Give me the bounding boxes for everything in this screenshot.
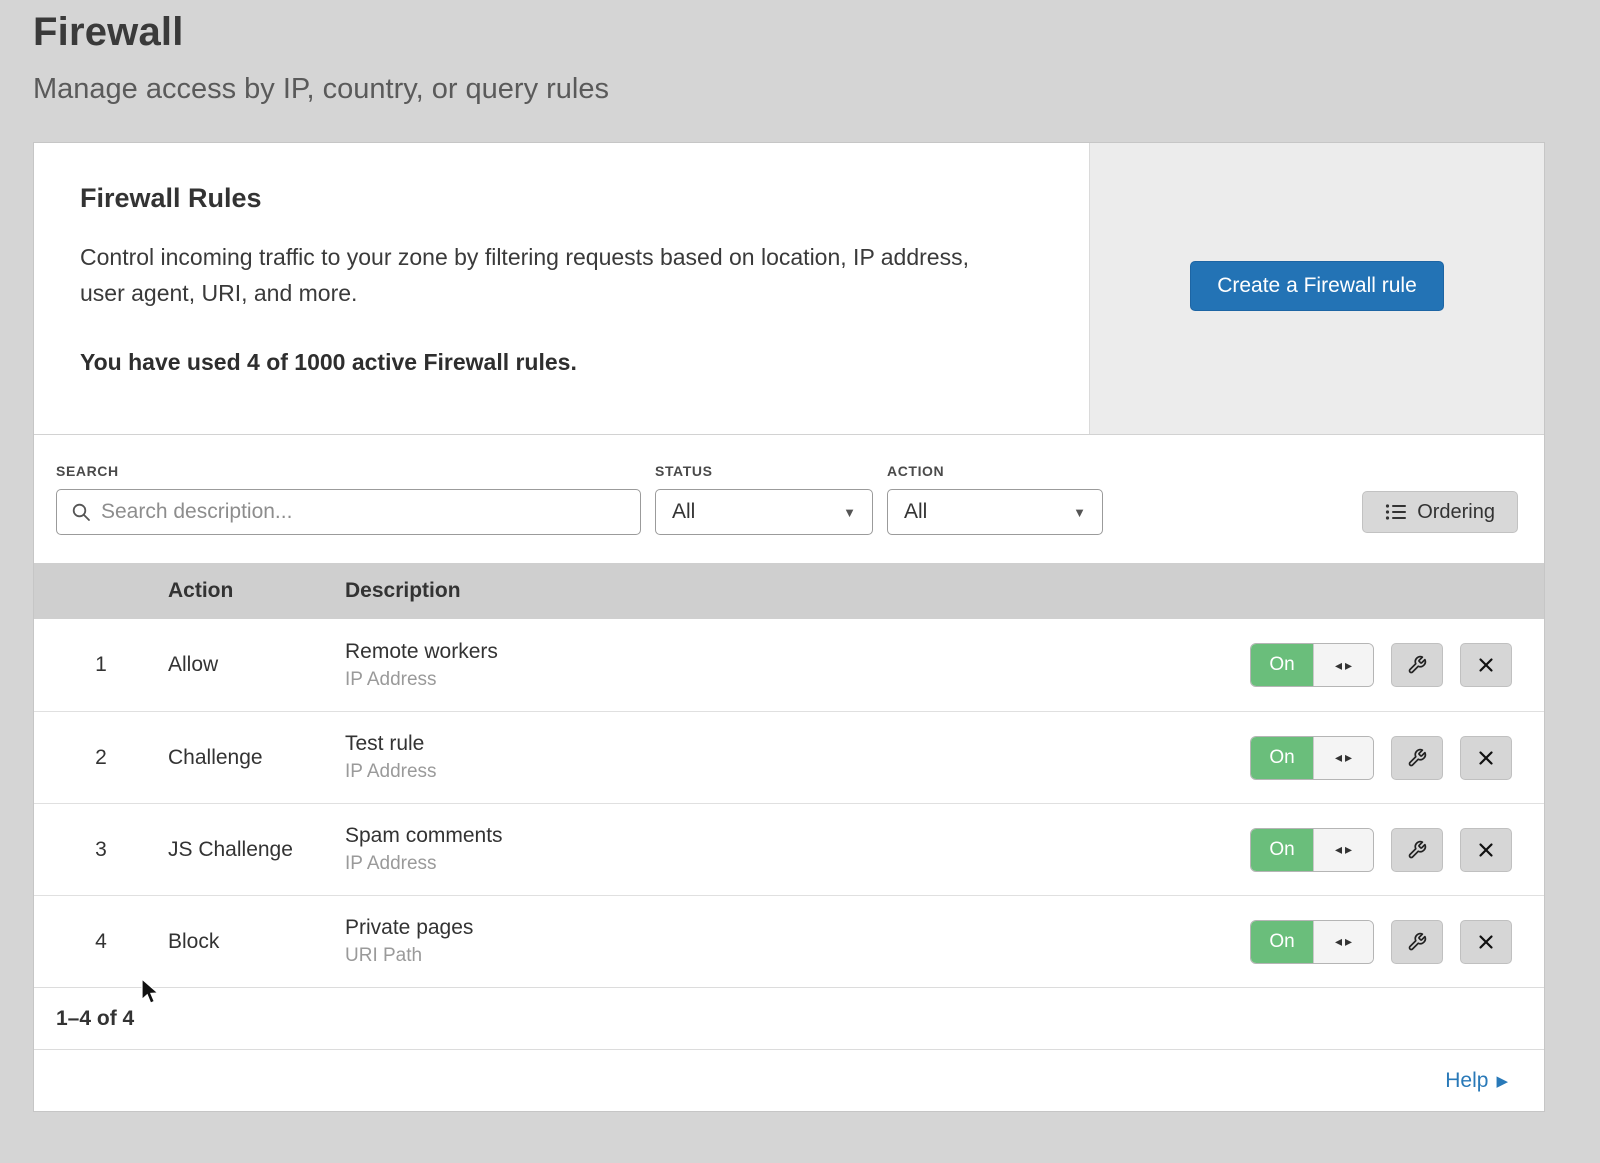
ordering-button[interactable]: Ordering [1362, 491, 1518, 533]
firewall-rules-card: Firewall Rules Control incoming traffic … [33, 142, 1545, 1112]
table-row: 4 Block Private pages URI Path On ◂▸ [34, 895, 1544, 987]
edit-rule-button[interactable] [1391, 643, 1443, 687]
close-icon [1477, 656, 1495, 674]
action-select[interactable]: All ▼ [887, 489, 1103, 535]
status-select[interactable]: All ▼ [655, 489, 873, 535]
table-row: 1 Allow Remote workers IP Address On ◂▸ [34, 619, 1544, 711]
close-icon [1477, 749, 1495, 767]
wrench-icon [1407, 748, 1427, 768]
rule-enabled-toggle[interactable]: On ◂▸ [1250, 643, 1374, 687]
rule-description: Spam comments [345, 824, 1204, 848]
help-link[interactable]: Help ▶ [1445, 1069, 1508, 1093]
firewall-page: Firewall Manage access by IP, country, o… [0, 0, 1600, 1112]
rule-description-cell: Remote workers IP Address [345, 640, 1204, 691]
rules-usage-count: You have used 4 of 1000 active Firewall … [80, 349, 1009, 376]
card-top-section: Firewall Rules Control incoming traffic … [34, 143, 1544, 435]
search-icon [71, 502, 91, 522]
close-icon [1477, 933, 1495, 951]
action-filter-group: ACTION All ▼ [887, 463, 1103, 535]
create-firewall-rule-button[interactable]: Create a Firewall rule [1190, 261, 1444, 311]
rule-controls: On ◂▸ [1204, 736, 1544, 780]
rule-controls: On ◂▸ [1204, 828, 1544, 872]
create-rule-panel: Create a Firewall rule [1089, 143, 1544, 434]
edit-rule-button[interactable] [1391, 920, 1443, 964]
rule-description: Test rule [345, 732, 1204, 756]
card-footer: Help ▶ [34, 1049, 1544, 1111]
header-description: Description [345, 579, 1204, 603]
ordering-list-icon [1385, 502, 1407, 522]
toggle-arrows-icon[interactable]: ◂▸ [1313, 921, 1373, 963]
pagination: 1–4 of 4 [34, 987, 1544, 1049]
search-filter-group: SEARCH [56, 463, 641, 535]
rule-action: Block [168, 930, 345, 954]
rule-controls: On ◂▸ [1204, 920, 1544, 964]
rule-description-cell: Test rule IP Address [345, 732, 1204, 783]
delete-rule-button[interactable] [1460, 828, 1512, 872]
rule-priority: 1 [34, 653, 168, 677]
rule-description-cell: Spam comments IP Address [345, 824, 1204, 875]
rule-action: Allow [168, 653, 345, 677]
toggle-arrows-icon[interactable]: ◂▸ [1313, 829, 1373, 871]
page-subtitle: Manage access by IP, country, or query r… [33, 73, 1545, 106]
toggle-arrows-icon[interactable]: ◂▸ [1313, 737, 1373, 779]
chevron-down-icon: ▼ [1073, 505, 1086, 520]
toggle-on-label[interactable]: On [1251, 921, 1313, 963]
rule-match-type: IP Address [345, 669, 1204, 691]
toggle-arrows-icon[interactable]: ◂▸ [1313, 644, 1373, 686]
rule-enabled-toggle[interactable]: On ◂▸ [1250, 828, 1374, 872]
edit-rule-button[interactable] [1391, 736, 1443, 780]
search-box [56, 489, 641, 535]
rule-action: Challenge [168, 746, 345, 770]
delete-rule-button[interactable] [1460, 736, 1512, 780]
rule-enabled-toggle[interactable]: On ◂▸ [1250, 736, 1374, 780]
rule-match-type: IP Address [345, 761, 1204, 783]
rules-heading: Firewall Rules [80, 183, 1009, 214]
edit-rule-button[interactable] [1391, 828, 1443, 872]
rule-description: Private pages [345, 916, 1204, 940]
status-label: STATUS [655, 463, 873, 479]
rule-match-type: URI Path [345, 945, 1204, 967]
status-select-value: All [672, 500, 695, 524]
pagination-range: 1–4 of 4 [56, 1007, 134, 1031]
page-title: Firewall [33, 10, 1545, 55]
wrench-icon [1407, 932, 1427, 952]
toggle-on-label[interactable]: On [1251, 829, 1313, 871]
rule-description: Remote workers [345, 640, 1204, 664]
table-header: Action Description [34, 563, 1544, 619]
rules-info: Firewall Rules Control incoming traffic … [34, 143, 1089, 434]
toggle-on-label[interactable]: On [1251, 737, 1313, 779]
chevron-down-icon: ▼ [843, 505, 856, 520]
rules-description: Control incoming traffic to your zone by… [80, 240, 1009, 311]
search-input[interactable] [101, 500, 626, 524]
delete-rule-button[interactable] [1460, 920, 1512, 964]
help-arrow-icon: ▶ [1496, 1072, 1508, 1090]
rule-match-type: IP Address [345, 853, 1204, 875]
rule-priority: 4 [34, 930, 168, 954]
status-filter-group: STATUS All ▼ [655, 463, 873, 535]
close-icon [1477, 841, 1495, 859]
wrench-icon [1407, 655, 1427, 675]
table-row: 2 Challenge Test rule IP Address On ◂▸ [34, 711, 1544, 803]
rule-description-cell: Private pages URI Path [345, 916, 1204, 967]
delete-rule-button[interactable] [1460, 643, 1512, 687]
search-label: SEARCH [56, 463, 641, 479]
ordering-label: Ordering [1417, 501, 1495, 524]
header-action: Action [168, 579, 345, 603]
action-select-value: All [904, 500, 927, 524]
rule-action: JS Challenge [168, 838, 345, 862]
rule-enabled-toggle[interactable]: On ◂▸ [1250, 920, 1374, 964]
action-label: ACTION [887, 463, 1103, 479]
rule-priority: 3 [34, 838, 168, 862]
filters-bar: SEARCH STATUS All ▼ ACTION All ▼ [34, 435, 1544, 563]
help-label: Help [1445, 1069, 1488, 1093]
rule-controls: On ◂▸ [1204, 643, 1544, 687]
rule-priority: 2 [34, 746, 168, 770]
toggle-on-label[interactable]: On [1251, 644, 1313, 686]
wrench-icon [1407, 840, 1427, 860]
table-row: 3 JS Challenge Spam comments IP Address … [34, 803, 1544, 895]
